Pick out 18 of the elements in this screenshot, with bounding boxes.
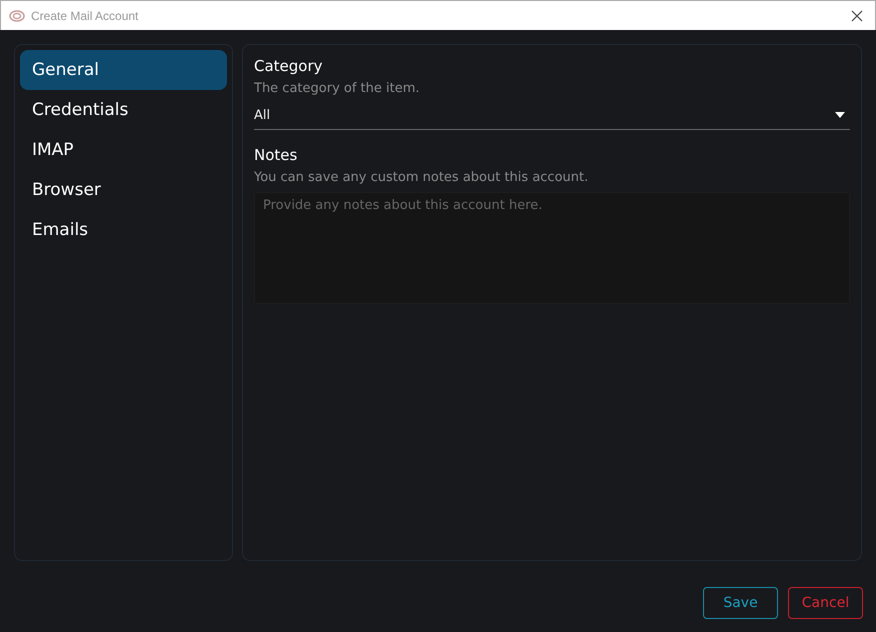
field-description: You can save any custom notes about this account. bbox=[254, 169, 590, 187]
field-label: Category bbox=[254, 56, 324, 77]
cancel-button[interactable]: Cancel bbox=[788, 587, 863, 619]
window-title: Create Mail Account bbox=[31, 8, 140, 22]
sidebar-item[interactable]: General bbox=[20, 50, 227, 90]
field-description: The category of the item. bbox=[254, 80, 421, 98]
caret-icon bbox=[835, 112, 845, 118]
notes-field[interactable]: Provide any notes about this account here. bbox=[254, 192, 850, 304]
dropdown-value: All bbox=[254, 108, 270, 122]
category-dropdown[interactable]: All bbox=[254, 101, 850, 130]
close-icon[interactable] bbox=[851, 10, 863, 22]
sidebar-item[interactable]: IMAP bbox=[20, 130, 227, 170]
sidebar-item[interactable]: Browser bbox=[20, 170, 227, 210]
sidebar-item[interactable]: Credentials bbox=[20, 90, 227, 130]
save-button[interactable]: Save bbox=[703, 587, 778, 619]
app-logo-icon bbox=[9, 10, 25, 22]
sidebar-item[interactable]: Emails bbox=[20, 210, 227, 250]
field-label: Notes bbox=[254, 145, 298, 166]
